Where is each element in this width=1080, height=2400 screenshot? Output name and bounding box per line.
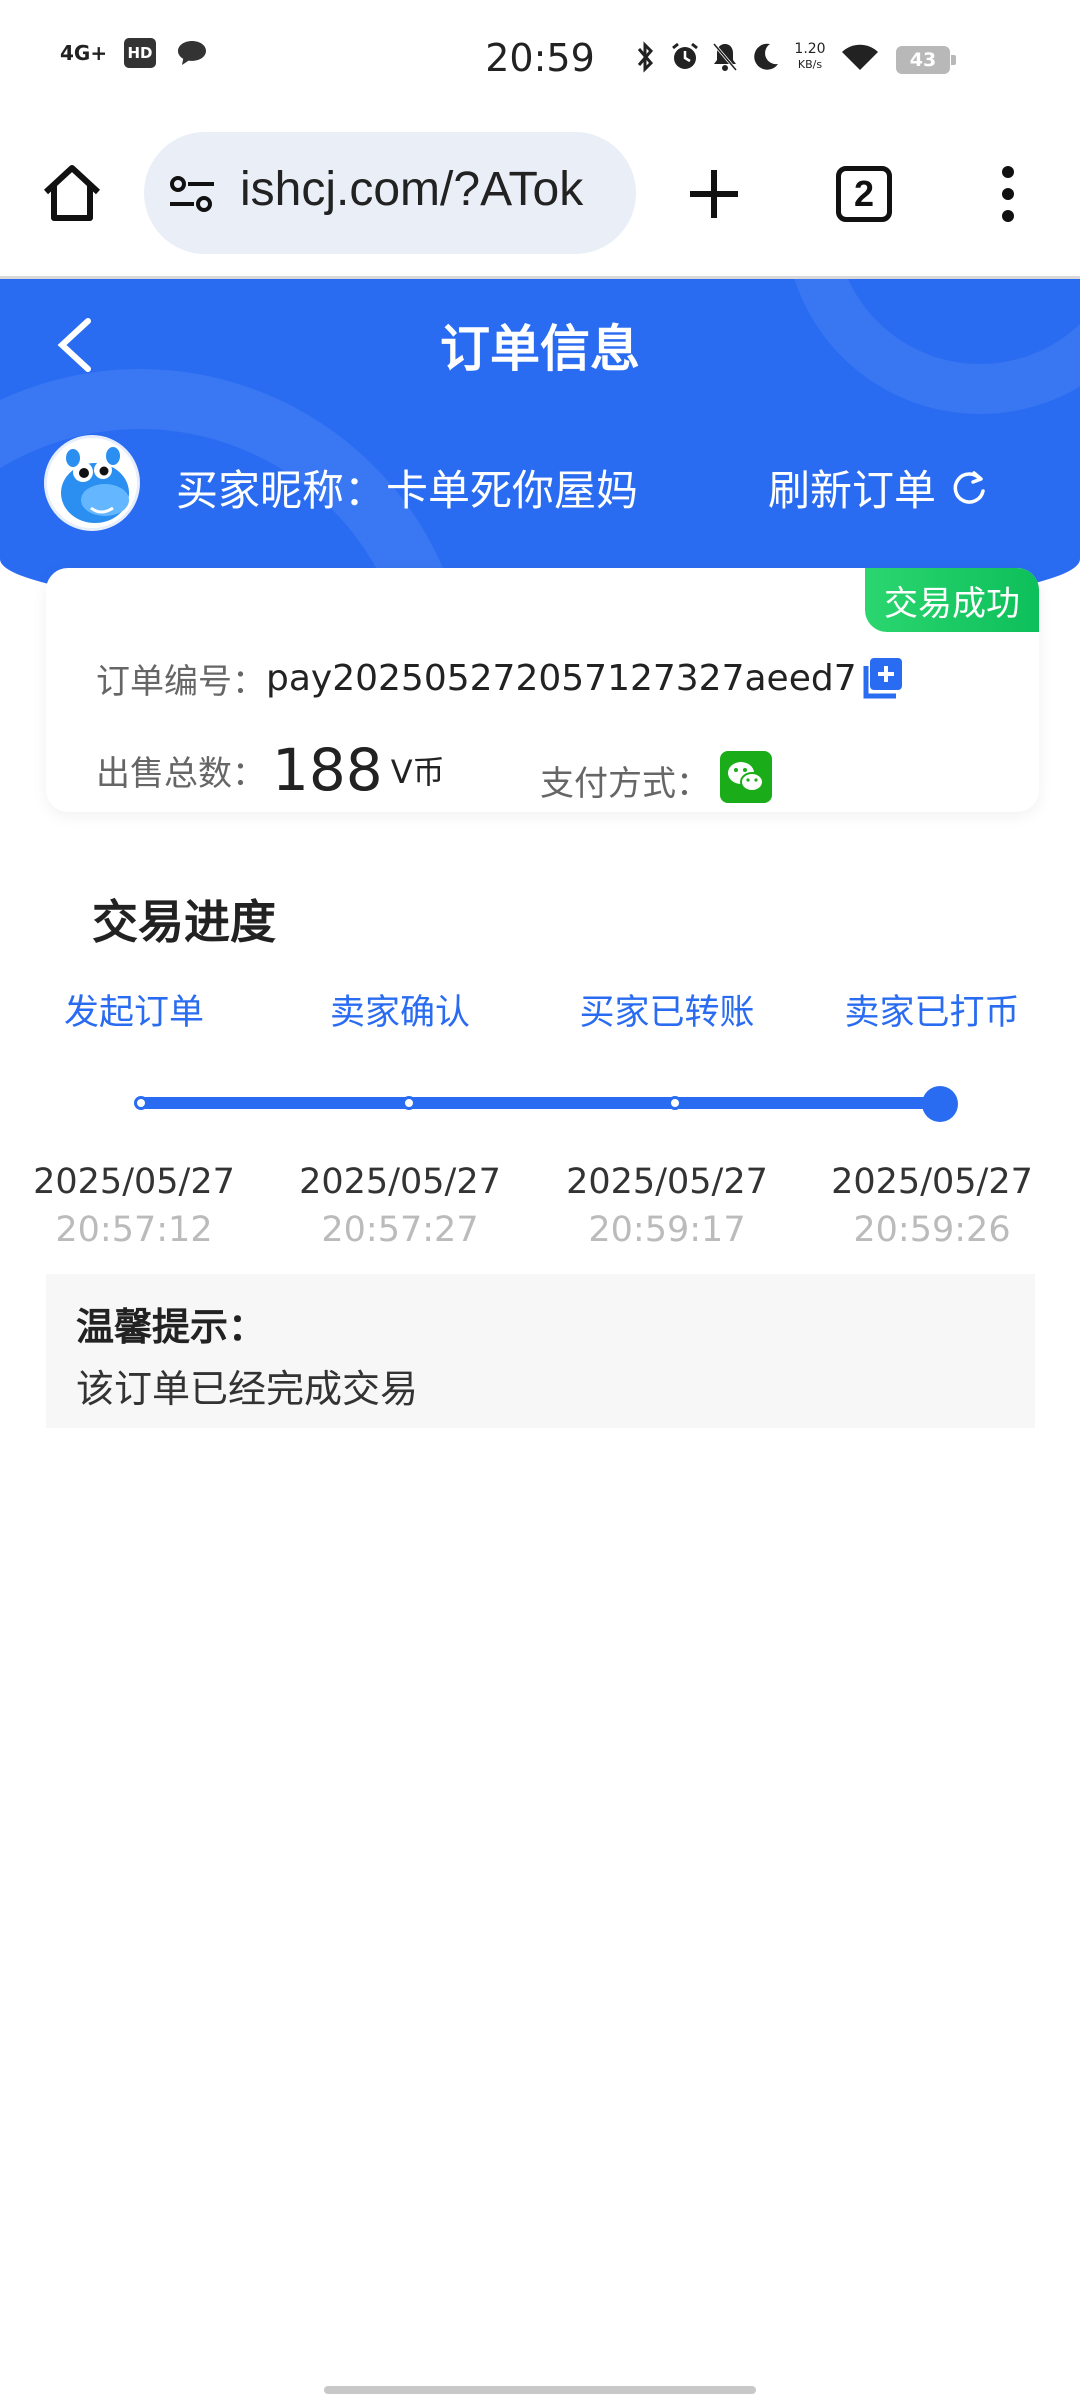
progress-dot bbox=[134, 1096, 148, 1110]
step-time: 20:57:27 bbox=[321, 1210, 479, 1250]
new-tab-icon[interactable] bbox=[684, 164, 744, 224]
moon-icon bbox=[754, 43, 778, 70]
step-label: 卖家已打币 bbox=[844, 993, 1020, 1033]
home-icon[interactable] bbox=[38, 160, 106, 228]
refresh-icon[interactable] bbox=[950, 469, 988, 507]
status-bar: 4G+ HD 20:59 1.20 KB/s 43 bbox=[0, 0, 1080, 120]
step-time: 20:59:26 bbox=[853, 1210, 1011, 1250]
order-number-row: 订单编号： pay2025052720571273​27aeed7 bbox=[96, 654, 857, 703]
sale-count-label: 出售总数： bbox=[96, 753, 266, 794]
order-number-label: 订单编号： bbox=[96, 662, 266, 702]
bluetooth-icon bbox=[637, 41, 654, 73]
buyer-nickname: 买家昵称：卡单死你屋妈 bbox=[176, 466, 639, 515]
home-indicator[interactable] bbox=[324, 2386, 756, 2394]
payment-method-label: 支付方式： bbox=[540, 764, 710, 804]
step-label: 卖家确认 bbox=[329, 993, 470, 1033]
copy-icon[interactable] bbox=[860, 656, 904, 702]
progress-dot bbox=[668, 1096, 682, 1110]
step-date: 2025/05/27 bbox=[33, 1162, 235, 1202]
progress-track bbox=[140, 1097, 940, 1109]
progress-dot bbox=[402, 1096, 416, 1110]
wechat-pay-icon bbox=[720, 751, 772, 803]
page-title: 订单信息 bbox=[440, 320, 640, 378]
buyer-avatar bbox=[44, 435, 140, 531]
status-badge: 交易成功 bbox=[865, 568, 1039, 632]
order-card: 交易成功 订单编号： pay2025052720571273​27aeed7 出… bbox=[46, 568, 1039, 812]
site-settings-icon[interactable] bbox=[168, 174, 216, 214]
step-time: 20:59:17 bbox=[588, 1210, 746, 1250]
step-date: 2025/05/27 bbox=[299, 1162, 501, 1202]
sale-count-row: 出售总数： 188 V币 bbox=[96, 736, 445, 804]
step-label: 买家已转账 bbox=[579, 993, 755, 1033]
progress-dot-current bbox=[922, 1086, 958, 1122]
more-menu-icon[interactable] bbox=[990, 164, 1026, 224]
refresh-order-button[interactable]: 刷新订单 bbox=[768, 457, 988, 518]
tip-title: 温馨提示： bbox=[76, 1305, 267, 1349]
sale-count-value: 188 bbox=[272, 736, 383, 804]
address-bar[interactable]: ishcj.com/?ATok bbox=[144, 132, 636, 254]
network-speed: 1.20 KB/s bbox=[790, 42, 830, 72]
step-label: 发起订单 bbox=[63, 993, 204, 1033]
url-text[interactable]: ishcj.com/?ATok bbox=[240, 162, 620, 217]
browser-toolbar: ishcj.com/?ATok 2 bbox=[0, 120, 1080, 278]
step-date: 2025/05/27 bbox=[566, 1162, 768, 1202]
progress-title: 交易进度 bbox=[92, 895, 276, 949]
sale-count-unit: V币 bbox=[390, 753, 445, 791]
mute-bell-icon bbox=[712, 43, 738, 71]
alarm-icon bbox=[672, 42, 698, 69]
refresh-order-label[interactable]: 刷新订单 bbox=[768, 457, 936, 518]
wifi-icon bbox=[842, 44, 878, 70]
tip-box: 温馨提示： 该订单已经完成交易 bbox=[46, 1274, 1035, 1428]
order-number: pay2025052720571273​27aeed7 bbox=[266, 658, 857, 699]
step-date: 2025/05/27 bbox=[831, 1162, 1033, 1202]
battery-indicator: 43 bbox=[896, 46, 956, 74]
speed-unit: KB/s bbox=[797, 58, 823, 71]
step-time: 20:57:12 bbox=[55, 1210, 213, 1250]
tab-switcher-button[interactable]: 2 bbox=[836, 166, 892, 222]
speed-value: 1.20 bbox=[794, 41, 826, 57]
tip-text: 该订单已经完成交易 bbox=[76, 1367, 419, 1411]
